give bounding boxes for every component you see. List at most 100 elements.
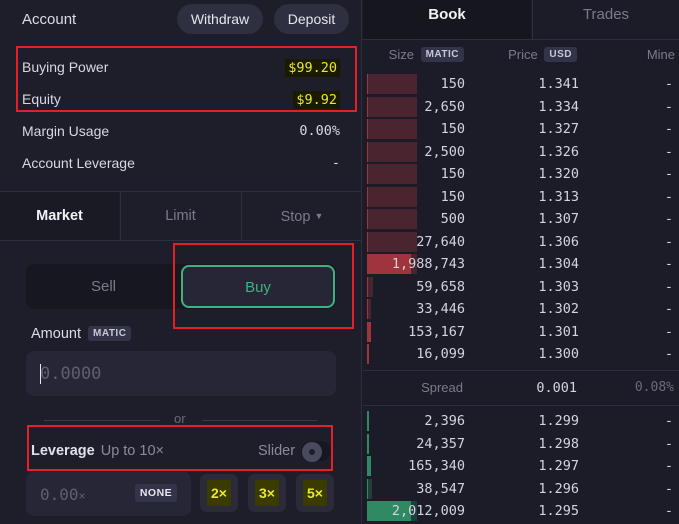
book-size: 153,167 bbox=[408, 323, 465, 340]
divider bbox=[363, 405, 679, 406]
text-cursor bbox=[40, 364, 41, 384]
depth-bar bbox=[367, 119, 417, 139]
book-price: 1.334 bbox=[538, 98, 579, 115]
divider bbox=[44, 420, 160, 421]
book-price: 1.307 bbox=[538, 211, 579, 227]
size-bar bbox=[367, 141, 368, 162]
book-size: 2,396 bbox=[424, 413, 465, 429]
bid-row[interactable]: 2,396 1.299 - bbox=[363, 410, 679, 432]
chevron-down-icon: ▼ bbox=[314, 211, 324, 221]
tab-limit[interactable]: Limit bbox=[120, 192, 240, 240]
ask-row[interactable]: 150 1.341 - bbox=[363, 73, 679, 95]
sell-button[interactable]: Sell bbox=[26, 264, 181, 309]
ask-row[interactable]: 150 1.327 - bbox=[363, 118, 679, 140]
divider bbox=[202, 420, 317, 421]
book-size: 59,658 bbox=[416, 278, 465, 295]
divider bbox=[363, 39, 679, 40]
buy-button[interactable]: Buy bbox=[181, 265, 335, 308]
ask-row[interactable]: 16,099 1.300 - bbox=[363, 343, 679, 365]
leverage-preset-label: 5× bbox=[303, 480, 327, 506]
book-size: 38,547 bbox=[416, 480, 465, 497]
book-mine: - bbox=[664, 480, 673, 497]
book-price: 1.296 bbox=[538, 480, 579, 497]
book-price: 1.327 bbox=[538, 121, 579, 137]
bid-row[interactable]: 2,012,009 1.295 - bbox=[363, 500, 679, 522]
tab-stop[interactable]: Stop ▼ bbox=[241, 192, 362, 240]
tab-market[interactable]: Market bbox=[0, 192, 119, 240]
column-header-size: Size MATIC bbox=[389, 47, 464, 62]
book-price: 1.303 bbox=[538, 278, 579, 295]
leverage-2x-button[interactable]: 2× bbox=[200, 474, 238, 512]
slider-toggle-knob[interactable] bbox=[302, 442, 322, 462]
amount-label: Amount MATIC bbox=[31, 326, 132, 342]
book-price: 1.313 bbox=[538, 188, 579, 205]
order-book-panel: Book Trades Size MATIC Price USD Mine 15… bbox=[363, 0, 679, 524]
ask-row[interactable]: 2,650 1.334 - bbox=[363, 96, 679, 118]
stat-value: $99.20 bbox=[285, 59, 340, 77]
depth-bar bbox=[367, 141, 417, 162]
ask-row[interactable]: 2,500 1.326 - bbox=[363, 141, 679, 163]
book-mine: - bbox=[664, 211, 673, 227]
ask-row[interactable]: 1,988,743 1.304 - bbox=[363, 253, 679, 275]
depth-bar bbox=[367, 186, 417, 207]
stat-label: Buying Power bbox=[22, 59, 109, 75]
or-separator: or bbox=[174, 411, 186, 426]
book-price: 1.304 bbox=[538, 256, 579, 272]
ask-row[interactable]: 150 1.313 - bbox=[363, 186, 679, 208]
book-price: 1.302 bbox=[538, 301, 579, 317]
spread-label: Spread bbox=[421, 380, 463, 395]
leverage-preset-label: 3× bbox=[255, 480, 279, 506]
ask-row[interactable]: 27,640 1.306 - bbox=[363, 231, 679, 253]
ask-row[interactable]: 500 1.307 - bbox=[363, 208, 679, 230]
amount-input[interactable] bbox=[26, 351, 336, 396]
tab-trades[interactable]: Trades bbox=[532, 0, 679, 39]
size-bar bbox=[367, 411, 369, 431]
book-size: 500 bbox=[440, 211, 465, 227]
bid-row[interactable]: 165,340 1.297 - bbox=[363, 455, 679, 477]
bid-row[interactable]: 38,547 1.296 - bbox=[363, 478, 679, 500]
spread-value: 0.001 bbox=[536, 380, 577, 396]
book-mine: - bbox=[664, 278, 673, 295]
stat-label: Equity bbox=[22, 91, 61, 107]
column-header-price: Price USD bbox=[508, 47, 577, 62]
book-price: 1.298 bbox=[538, 435, 579, 452]
depth-bar bbox=[367, 209, 417, 229]
book-size: 2,500 bbox=[424, 143, 465, 160]
size-bar bbox=[367, 299, 368, 319]
leverage-none-button[interactable]: NONE bbox=[135, 484, 177, 502]
book-mine: - bbox=[664, 166, 673, 182]
ask-row[interactable]: 150 1.320 - bbox=[363, 163, 679, 185]
book-mine: - bbox=[664, 76, 673, 92]
stat-margin-usage: Margin Usage 0.00% bbox=[22, 123, 340, 143]
depth-bar bbox=[367, 164, 417, 184]
book-mine: - bbox=[664, 413, 673, 429]
ask-row[interactable]: 59,658 1.303 - bbox=[363, 276, 679, 298]
bid-row[interactable]: 24,357 1.298 - bbox=[363, 433, 679, 455]
size-bar bbox=[367, 321, 371, 342]
book-size: 2,650 bbox=[424, 98, 465, 115]
book-size: 24,357 bbox=[416, 435, 465, 452]
leverage-5x-button[interactable]: 5× bbox=[296, 474, 334, 512]
book-price: 1.326 bbox=[538, 143, 579, 160]
book-price: 1.297 bbox=[538, 458, 579, 474]
leverage-value: 0.00 bbox=[40, 485, 79, 504]
size-bar bbox=[367, 433, 369, 454]
size-bar bbox=[367, 276, 368, 297]
column-price-label: Price bbox=[508, 47, 538, 62]
book-price: 1.301 bbox=[538, 323, 579, 340]
book-size: 150 bbox=[440, 121, 465, 137]
book-price: 1.299 bbox=[538, 413, 579, 429]
withdraw-button[interactable]: Withdraw bbox=[177, 4, 263, 34]
ask-row[interactable]: 153,167 1.301 - bbox=[363, 321, 679, 343]
ask-row[interactable]: 33,446 1.302 - bbox=[363, 298, 679, 320]
price-unit-badge: USD bbox=[544, 47, 577, 62]
leverage-input-value: 0.00× bbox=[40, 485, 86, 504]
tab-book[interactable]: Book bbox=[363, 0, 531, 39]
book-size: 1,988,743 bbox=[391, 256, 465, 272]
deposit-button[interactable]: Deposit bbox=[274, 4, 349, 34]
size-bar bbox=[367, 119, 368, 139]
amount-label-text: Amount bbox=[31, 326, 81, 342]
stat-label: Account Leverage bbox=[22, 155, 135, 171]
leverage-3x-button[interactable]: 3× bbox=[248, 474, 286, 512]
book-size: 150 bbox=[440, 188, 465, 205]
